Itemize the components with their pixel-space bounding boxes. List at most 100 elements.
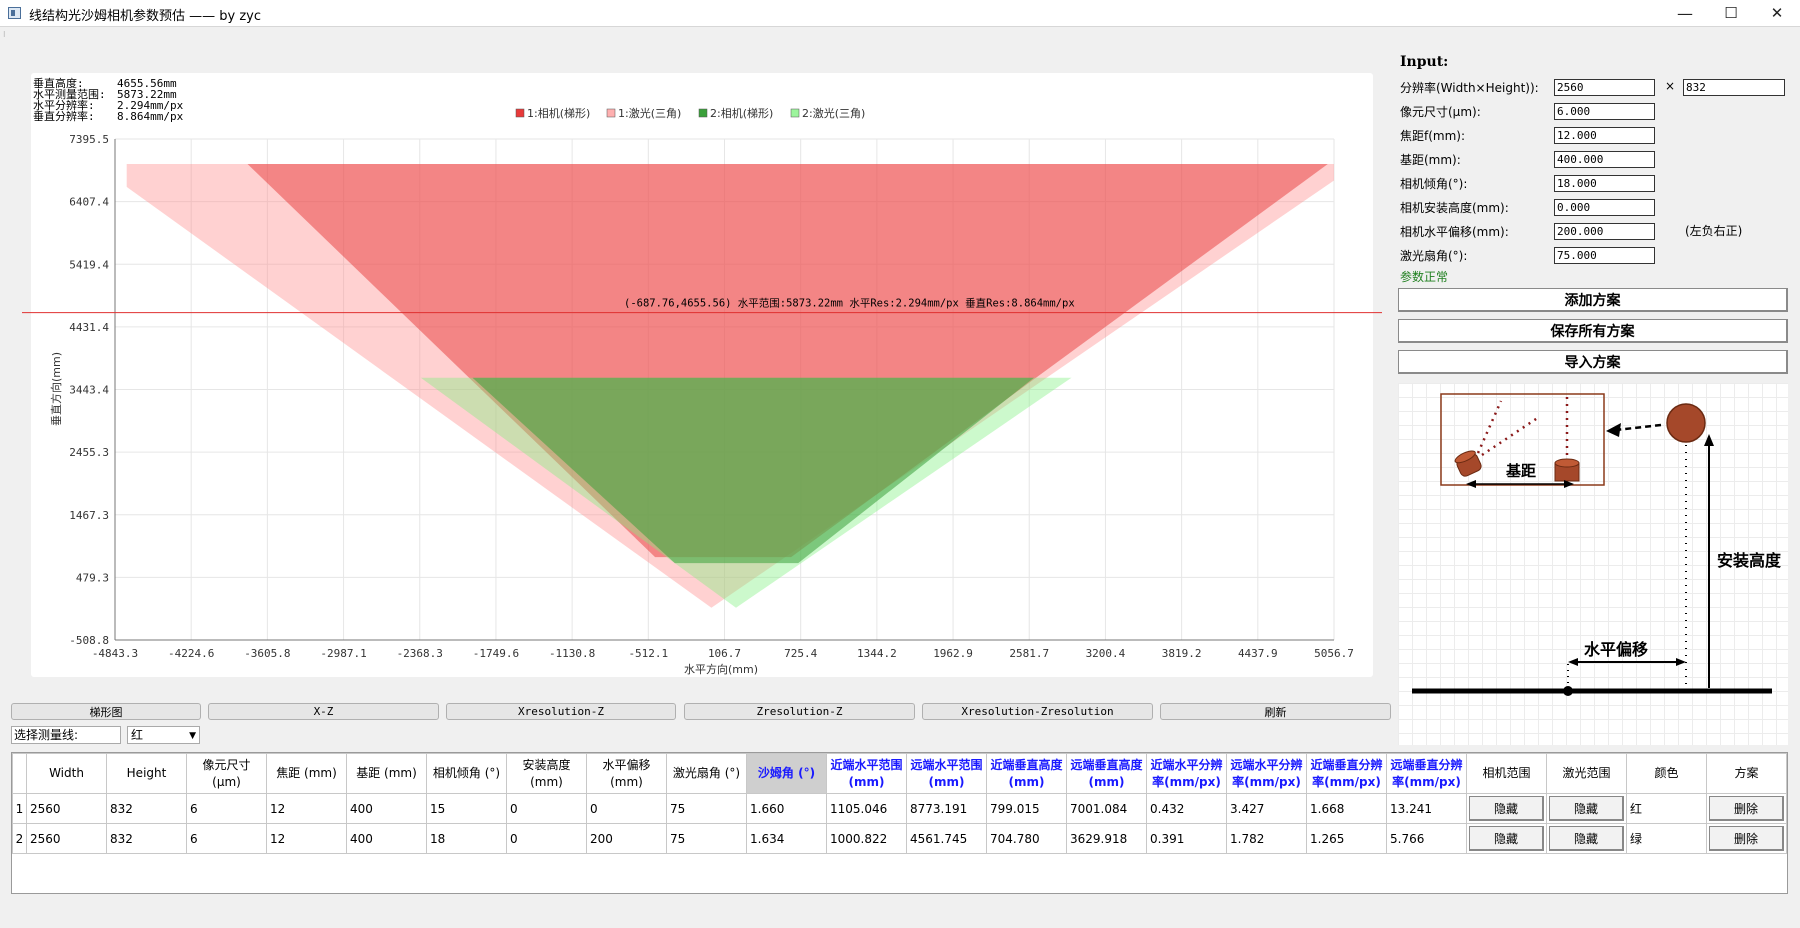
table-cell[interactable]: 13.241 [1386,793,1467,824]
refresh-button[interactable]: 刷新 [1160,703,1391,720]
hide-laser-button[interactable]: 隐藏 [1549,796,1624,821]
column-header[interactable]: 远端垂直分辨率(mm/px) [1386,753,1467,794]
table-cell[interactable]: 2560 [26,823,107,854]
column-header[interactable]: 水平偏移 (mm) [586,753,667,794]
column-header[interactable]: 激光扇角 (°) [666,753,747,794]
column-header[interactable]: 沙姆角 (°) [746,753,827,794]
table-cell[interactable]: 2560 [26,793,107,824]
column-header[interactable]: 颜色 [1626,753,1707,794]
hide-camera-button[interactable]: 隐藏 [1469,796,1544,821]
table-cell[interactable]: 1.782 [1226,823,1307,854]
column-header[interactable]: 安装高度 (mm) [506,753,587,794]
table-cell[interactable]: 1.634 [746,823,827,854]
install-height-input[interactable]: 0.000 [1554,199,1655,216]
laser-fan-angle-input[interactable]: 75.000 [1554,247,1655,264]
table-cell[interactable]: 0 [506,823,587,854]
table-cell[interactable]: 832 [106,793,187,824]
legend-label[interactable]: 1:相机(梯形) [527,106,590,120]
tab-trapezoid[interactable]: 梯形图 [11,703,201,720]
add-scheme-button[interactable]: 添加方案 [1398,288,1788,312]
table-cell[interactable]: 75 [666,823,747,854]
table-cell[interactable]: 400 [346,793,427,824]
baseline-input[interactable]: 400.000 [1554,151,1655,168]
table-cell[interactable]: 832 [106,823,187,854]
horizontal-offset-input[interactable]: 200.000 [1554,223,1655,240]
color-cell[interactable]: 绿 [1626,823,1707,854]
table-cell[interactable]: 6 [186,793,267,824]
column-header[interactable]: 相机范围 [1466,753,1547,794]
table-cell[interactable]: 1105.046 [826,793,907,824]
table-cell[interactable]: 3.427 [1226,793,1307,824]
legend-swatch[interactable] [515,108,525,118]
table-cell[interactable]: 6 [186,823,267,854]
save-all-schemes-button[interactable]: 保存所有方案 [1398,319,1788,343]
table-cell[interactable]: 400 [346,823,427,854]
column-header[interactable]: 激光范围 [1546,753,1627,794]
minimize-button[interactable]: — [1662,0,1708,26]
focal-length-input[interactable]: 12.000 [1554,127,1655,144]
column-header[interactable]: 方案 [1706,753,1787,794]
table-cell[interactable]: 12 [266,823,347,854]
close-button[interactable]: ✕ [1754,0,1800,26]
chart-panel[interactable]: -4843.3 -4224.6 -3605.8 -2987.1 -2368.3 -1749… [31,73,1373,677]
column-header[interactable]: 近端水平分辨率(mm/px) [1146,753,1227,794]
table-cell[interactable]: 7001.084 [1066,793,1147,824]
table-cell[interactable]: 15 [426,793,507,824]
legend-swatch[interactable] [698,108,708,118]
import-scheme-button[interactable]: 导入方案 [1398,350,1788,374]
column-header[interactable]: 像元尺寸 (μm) [186,753,267,794]
table-cell[interactable]: 4561.745 [906,823,987,854]
hide-laser-button[interactable]: 隐藏 [1549,826,1624,851]
legend-label[interactable]: 2:激光(三角) [802,106,865,120]
table-cell[interactable]: 799.015 [986,793,1067,824]
hide-camera-button[interactable]: 隐藏 [1469,826,1544,851]
delete-scheme-button[interactable]: 删除 [1709,796,1784,821]
measure-line-select[interactable]: 红 ▼ [127,726,200,744]
tab-zresolution-z[interactable]: Zresolution-Z [684,703,915,720]
column-header[interactable]: 基距 (mm) [346,753,427,794]
legend-swatch[interactable] [790,108,800,118]
tab-xresolution-zresolution[interactable]: Xresolution-Zresolution [922,703,1153,720]
column-header[interactable]: 远端水平分辨率(mm/px) [1226,753,1307,794]
camera-tilt-input[interactable]: 18.000 [1554,175,1655,192]
maximize-button[interactable]: ☐ [1708,0,1754,26]
pixel-size-input[interactable]: 6.000 [1554,103,1655,120]
table-cell[interactable]: 200 [586,823,667,854]
table-cell[interactable]: 75 [666,793,747,824]
table-cell[interactable]: 1.265 [1306,823,1387,854]
legend-label[interactable]: 1:激光(三角) [618,106,681,120]
row-number[interactable]: 2 [12,823,27,854]
column-header[interactable]: 焦距 (mm) [266,753,347,794]
column-header[interactable]: Height [106,753,187,794]
table-cell[interactable]: 18 [426,823,507,854]
table-cell[interactable]: 12 [266,793,347,824]
table-cell[interactable]: 5.766 [1386,823,1467,854]
table-row[interactable]: 2 2560 832 6 12 400 18 0 200 75 1.634 1000.822 4561.… [12,823,1787,854]
dropdown-arrow-icon[interactable]: ▼ [189,728,196,744]
tab-xresolution-z[interactable]: Xresolution-Z [446,703,676,720]
table-cell[interactable]: 0.432 [1146,793,1227,824]
tab-x-z[interactable]: X-Z [208,703,439,720]
color-cell[interactable]: 红 [1626,793,1707,824]
table-cell[interactable]: 0 [506,793,587,824]
toolbar-grip-icon[interactable]: ⁝ [3,30,6,39]
table-cell[interactable]: 0 [586,793,667,824]
table-cell[interactable]: 1.668 [1306,793,1387,824]
table-cell[interactable]: 8773.191 [906,793,987,824]
width-input[interactable]: 2560 [1554,79,1655,96]
legend-swatch[interactable] [606,108,616,118]
column-header[interactable]: Width [26,753,107,794]
delete-scheme-button[interactable]: 删除 [1709,826,1784,851]
table-cell[interactable]: 704.780 [986,823,1067,854]
table-cell[interactable]: 3629.918 [1066,823,1147,854]
scheme-table[interactable]: Width Height 像元尺寸 (μm) 焦距 (mm) 基距 (mm) 相机倾角 (… [11,752,1788,894]
row-number[interactable]: 1 [12,793,27,824]
legend-label[interactable]: 2:相机(梯形) [710,106,773,120]
column-header[interactable]: 远端垂直高度 (mm) [1066,753,1147,794]
table-cell[interactable]: 0.391 [1146,823,1227,854]
column-header[interactable]: 相机倾角 (°) [426,753,507,794]
height-input[interactable]: 832 [1683,79,1785,96]
trapezoid-chart[interactable]: -4843.3 -4224.6 -3605.8 -2987.1 -2368.3 -1749… [31,73,1373,677]
column-header[interactable]: 近端水平范围 (mm) [826,753,907,794]
table-cell[interactable]: 1000.822 [826,823,907,854]
